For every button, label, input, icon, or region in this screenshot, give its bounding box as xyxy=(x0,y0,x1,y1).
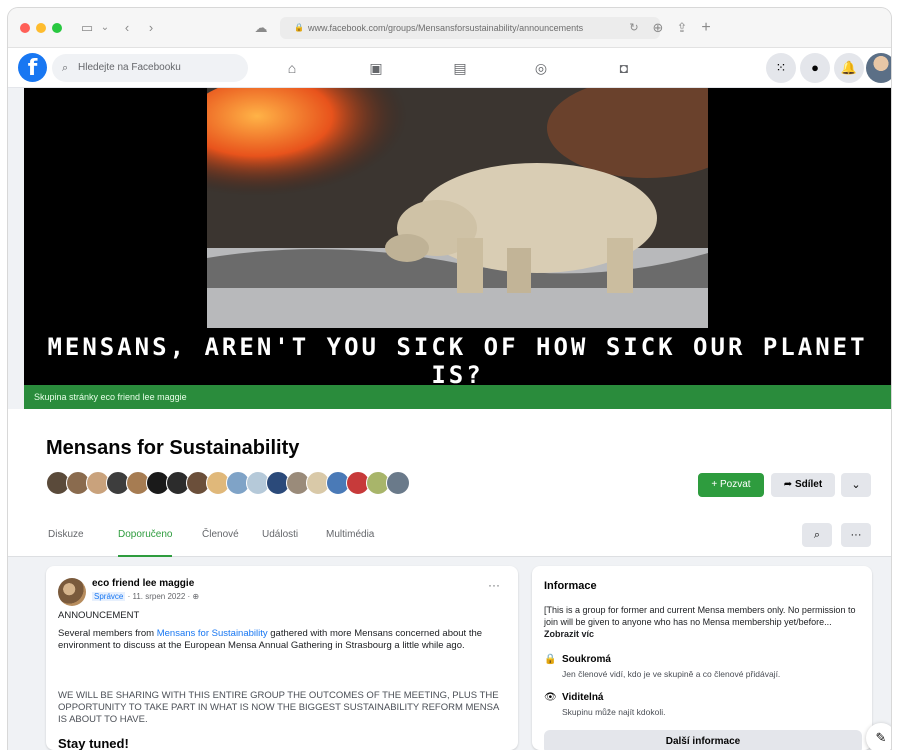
eye-icon: 👁 xyxy=(544,692,557,703)
home-icon[interactable]: ⌂ xyxy=(280,57,304,79)
cloud-icon: ☁ xyxy=(254,20,268,35)
share-icon[interactable]: ⇪ xyxy=(674,18,690,38)
post-body: Several members from Mensans for Sustain… xyxy=(58,628,506,652)
post-date[interactable]: · 11. srpen 2022 · xyxy=(128,592,191,601)
watch-icon[interactable]: ▣ xyxy=(364,57,388,79)
address-bar[interactable]: 🔒 www.facebook.com/groups/Mensansforsust… xyxy=(280,17,660,39)
author-avatar[interactable] xyxy=(58,578,86,606)
more-options-button[interactable]: ⌄ xyxy=(841,473,871,497)
post-body-pre: Several members from xyxy=(58,628,157,639)
search-placeholder: Hledejte na Facebooku xyxy=(78,62,181,73)
tab-featured[interactable]: Doporučeno xyxy=(118,529,173,557)
back-icon[interactable]: ‹ xyxy=(120,18,134,38)
privacy-description: Jen členové vidí, kdo je ve skupině a co… xyxy=(562,669,781,679)
visibility-title: Viditelná xyxy=(562,692,604,703)
search-group-button[interactable]: ⌕ xyxy=(802,523,832,547)
see-more-link[interactable]: Zobrazit víc xyxy=(544,629,594,639)
notifications-icon[interactable]: 🔔 xyxy=(834,53,864,83)
group-cover: MENSANS, AREN'T YOU SICK OF HOW SICK OUR… xyxy=(24,88,891,389)
search-icon: ⌕ xyxy=(62,62,69,74)
zoom-window-button[interactable] xyxy=(52,23,62,33)
info-description: [This is a group for former and current … xyxy=(544,604,862,640)
sidebar-icon[interactable]: ▭ xyxy=(78,18,96,38)
more-info-button[interactable]: Další informace xyxy=(544,730,862,750)
info-title: Informace xyxy=(544,580,597,592)
group-header: Mensans for Sustainability + Pozvat ➦ Sd… xyxy=(8,409,891,557)
groups-icon[interactable]: ◎ xyxy=(529,57,553,79)
marketplace-icon[interactable]: ▤ xyxy=(448,57,472,79)
search-icon: ⌕ xyxy=(813,529,821,541)
post-header: ANNOUNCEMENT xyxy=(58,610,140,621)
polar-bear-illustration xyxy=(207,88,708,328)
downloads-icon[interactable]: ⊕ xyxy=(650,18,666,38)
member-avatar[interactable] xyxy=(386,471,410,495)
url-text: www.facebook.com/groups/Mensansforsustai… xyxy=(308,23,584,33)
group-info-card: Informace [This is a group for former an… xyxy=(532,566,872,750)
post-caps-paragraph: WE WILL BE SHARING WITH THIS ENTIRE GROU… xyxy=(58,690,499,725)
browser-toolbar: ▭ ⌄ ‹ › ☁ 🔒 www.facebook.com/groups/Mens… xyxy=(8,8,891,48)
lock-icon: 🔒 xyxy=(544,654,557,665)
tab-media[interactable]: Multimédia xyxy=(326,529,374,557)
close-window-button[interactable] xyxy=(20,23,30,33)
gaming-icon[interactable]: ◘ xyxy=(612,57,636,79)
tab-discussion[interactable]: Diskuze xyxy=(48,529,84,557)
author-role-badge: Správce xyxy=(92,592,126,601)
tab-members[interactable]: Členové xyxy=(202,529,239,557)
post-closing: Stay tuned! xyxy=(58,736,129,750)
browser-window: ▭ ⌄ ‹ › ☁ 🔒 www.facebook.com/groups/Mens… xyxy=(8,8,891,750)
post-meta: Správce · 11. srpen 2022 · ⊕ xyxy=(92,592,199,601)
chevron-down-icon[interactable]: ⌄ xyxy=(100,18,110,38)
group-page-banner[interactable]: Skupina stránky eco friend lee maggie xyxy=(24,385,891,409)
post-author[interactable]: eco friend lee maggie xyxy=(92,578,194,589)
lock-icon: 🔒 xyxy=(294,23,304,32)
globe-icon: ⊕ xyxy=(192,592,200,601)
share-button[interactable]: ➦ Sdílet xyxy=(771,473,835,497)
forward-icon[interactable]: › xyxy=(144,18,158,38)
privacy-title: Soukromá xyxy=(562,654,611,665)
profile-avatar[interactable] xyxy=(866,53,891,83)
menu-icon[interactable]: ⁙ xyxy=(766,53,796,83)
announcement-post: eco friend lee maggie Správce · 11. srpe… xyxy=(46,566,518,750)
info-desc-text: [This is a group for former and current … xyxy=(544,605,856,627)
tab-more-button[interactable]: ··· xyxy=(841,523,871,547)
facebook-logo-icon[interactable]: f xyxy=(18,53,47,82)
search-input[interactable]: ⌕ Hledejte na Facebooku xyxy=(52,54,248,82)
cover-headline: MENSANS, AREN'T YOU SICK OF HOW SICK OUR… xyxy=(47,333,868,389)
messenger-icon[interactable]: ● xyxy=(800,53,830,83)
facebook-top-nav: f ⌕ Hledejte na Facebooku ⌂ ▣ ▤ ◎ ◘ ⁙ ● … xyxy=(8,48,891,88)
ellipsis-icon: ··· xyxy=(850,529,862,541)
cover-photo xyxy=(207,88,708,328)
share-label: Sdílet xyxy=(794,479,823,490)
invite-button[interactable]: + Pozvat xyxy=(698,473,764,497)
new-tab-icon[interactable]: + xyxy=(698,18,714,38)
visibility-description: Skupinu může najít kdokoli. xyxy=(562,707,666,717)
compose-message-icon[interactable]: ✎ xyxy=(866,723,891,750)
reload-icon[interactable]: ↻ xyxy=(628,18,640,38)
minimize-window-button[interactable] xyxy=(36,23,46,33)
post-options-icon[interactable]: ··· xyxy=(488,578,500,592)
tab-events[interactable]: Události xyxy=(262,529,298,557)
group-name[interactable]: Mensans for Sustainability xyxy=(46,437,299,460)
group-link[interactable]: Mensans for Sustainability xyxy=(157,628,268,639)
share-arrow-icon: ➦ xyxy=(783,479,795,490)
